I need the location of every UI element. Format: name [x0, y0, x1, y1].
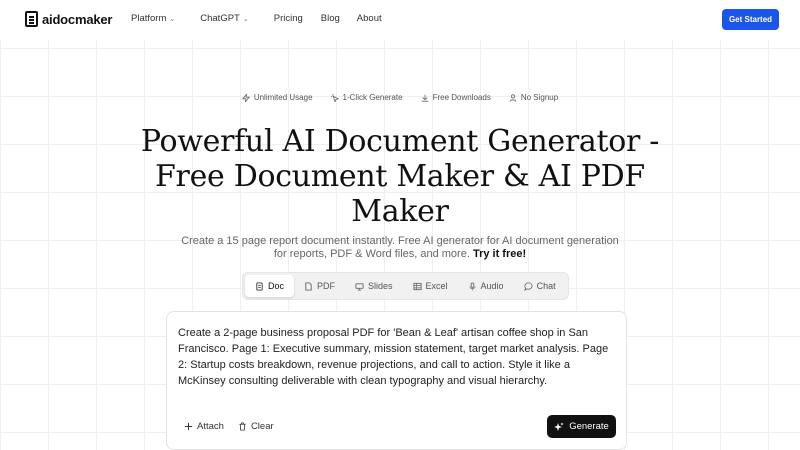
feature-no-signup: No Signup	[509, 93, 558, 102]
mic-icon	[468, 281, 476, 291]
cursor-click-icon	[330, 93, 339, 102]
tab-label: Slides	[368, 281, 393, 291]
trash-icon	[239, 422, 246, 431]
attach-label: Attach	[197, 421, 224, 432]
doc-icon	[256, 281, 263, 291]
chat-icon	[523, 281, 533, 291]
tab-chat[interactable]: Chat	[514, 275, 566, 297]
bolt-icon	[241, 93, 250, 102]
tab-excel[interactable]: Excel	[403, 275, 458, 297]
feature-label: Free Downloads	[432, 93, 491, 102]
title-line: Maker	[351, 194, 449, 229]
nav-links: Platform ⌄ ChatGPT ⌄ Pricing Blog About	[131, 13, 382, 24]
prompt-box: Create a 2-page business proposal PDF fo…	[166, 311, 627, 450]
tab-pdf[interactable]: PDF	[294, 275, 345, 297]
sparkles-icon	[554, 422, 564, 431]
clear-label: Clear	[250, 421, 274, 432]
nav-item-label: Blog	[320, 13, 340, 24]
tab-label: Audio	[480, 281, 504, 291]
get-started-button[interactable]: Get Started	[722, 9, 779, 30]
nav-item-label: Pricing	[273, 13, 303, 24]
subtitle-text: Create a 15 page report document instant…	[181, 235, 619, 260]
nav-item-platform[interactable]: Platform ⌄	[131, 13, 175, 24]
nav-item-blog[interactable]: Blog	[321, 13, 340, 24]
prompt-actions: Attach Clear	[184, 421, 274, 432]
feature-free-downloads: Free Downloads	[421, 93, 491, 102]
brand-name: aidocmaker	[42, 11, 113, 27]
hero-subtitle: Create a 15 page report document instant…	[180, 235, 620, 261]
try-it-free-text: Try it free!	[472, 248, 527, 260]
pdf-icon	[305, 281, 312, 291]
tab-label: PDF	[317, 281, 336, 291]
feature-one-click-generate: 1-Click Generate	[330, 93, 403, 102]
feature-label: 1-Click Generate	[342, 93, 403, 102]
excel-icon	[412, 282, 422, 290]
top-navbar: aidocmaker Platform ⌄ ChatGPT ⌄ Pricing …	[0, 0, 800, 40]
feature-label: No Signup	[520, 93, 559, 102]
tab-audio[interactable]: Audio	[458, 275, 514, 297]
title-line: Powerful AI Document Generator -	[140, 124, 660, 159]
chevron-down-icon: ⌄	[242, 16, 249, 23]
feature-unlimited-usage: Unlimited Usage	[241, 93, 313, 102]
nav-item-label: ChatGPT	[200, 13, 240, 24]
tab-label: Chat	[536, 281, 556, 291]
tab-label: Doc	[268, 281, 285, 291]
nav-item-pricing[interactable]: Pricing	[274, 13, 303, 24]
feature-label: Unlimited Usage	[253, 93, 313, 102]
tab-label: Excel	[425, 281, 448, 291]
download-icon	[421, 94, 428, 102]
document-type-tabs: Doc PDF Slides Excel Audio Chat	[242, 272, 569, 300]
nav-item-chatgpt[interactable]: ChatGPT ⌄	[200, 13, 248, 24]
plus-icon	[184, 422, 193, 431]
nav-item-label: Platform	[131, 13, 167, 24]
prompt-input[interactable]: Create a 2-page business proposal PDF fo…	[178, 325, 618, 389]
chevron-down-icon: ⌄	[169, 16, 176, 23]
slides-icon	[355, 282, 364, 290]
feature-badges: Unlimited Usage 1-Click Generate Free Do…	[0, 93, 800, 102]
nav-item-label: About	[356, 13, 382, 24]
brand-logo[interactable]: aidocmaker	[25, 11, 112, 27]
clear-button[interactable]: Clear	[238, 421, 274, 432]
document-logo-icon	[25, 11, 38, 27]
user-icon	[509, 93, 517, 102]
generate-button[interactable]: Generate	[547, 415, 616, 438]
tab-slides[interactable]: Slides	[345, 275, 403, 297]
nav-item-about[interactable]: About	[357, 13, 382, 24]
attach-button[interactable]: Attach	[184, 421, 224, 432]
tab-doc[interactable]: Doc	[245, 275, 295, 297]
page-title: Powerful AI Document Generator - Free Do…	[100, 124, 700, 229]
title-line: Free Document Maker & AI PDF	[155, 159, 645, 194]
generate-label: Generate	[569, 421, 609, 432]
